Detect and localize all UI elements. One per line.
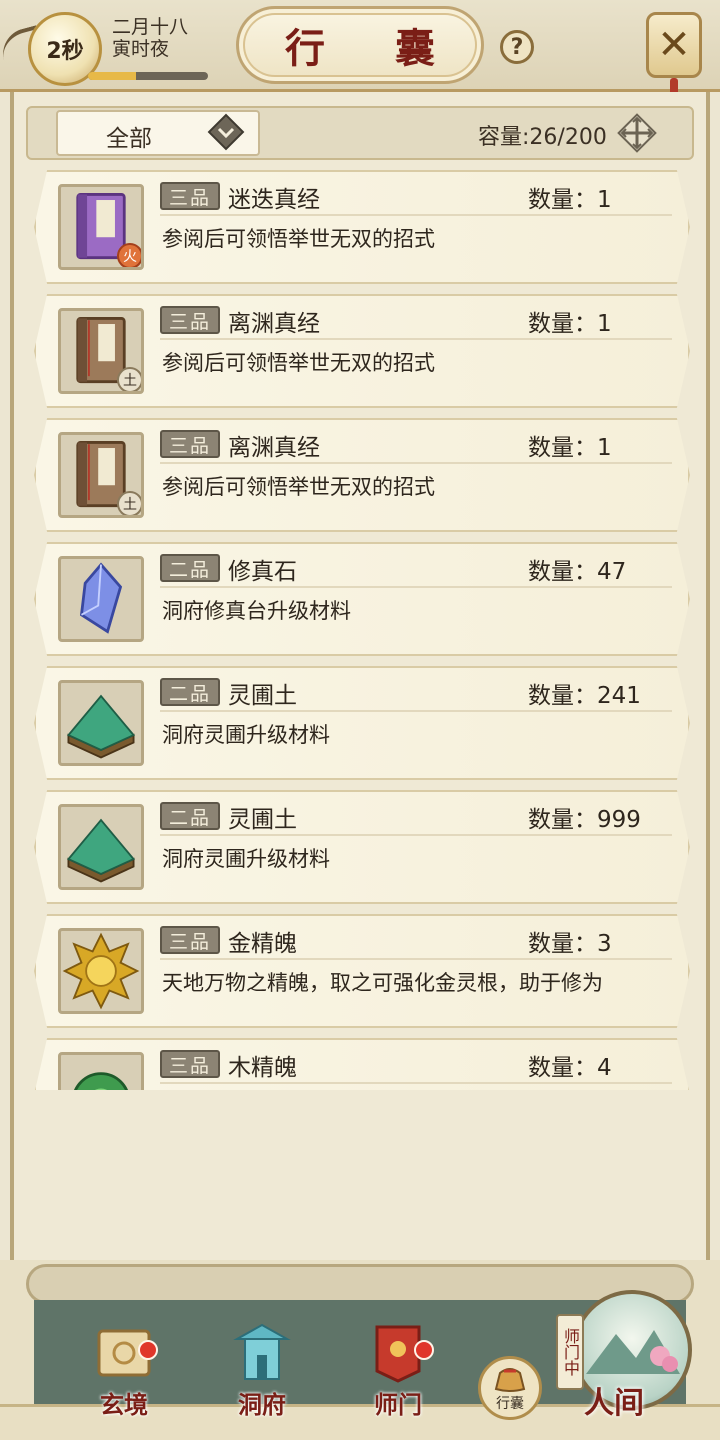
item-icon-frame: 土 (58, 308, 144, 394)
soil-icon (61, 807, 141, 887)
top-bar: 2秒 二月十八 寅时夜 行 囊 ? ✕ (0, 0, 720, 102)
timer-text: 2秒 (46, 39, 84, 64)
crystal-icon (61, 559, 141, 639)
item-icon-frame: 火 (58, 184, 144, 270)
item-name: 灵圃土 (228, 807, 297, 833)
item-icon-frame (58, 556, 144, 642)
item-divider (160, 338, 672, 340)
item-divider (160, 586, 672, 588)
sect-status-text: 师门中 (561, 1328, 580, 1376)
item-divider (160, 958, 672, 960)
nav-dongfu-label: 洞府 (238, 1390, 286, 1419)
item-icon-frame: 土 (58, 432, 144, 518)
wood-essence-icon (61, 1055, 141, 1090)
notification-dot (414, 1340, 434, 1360)
item-quantity: 数量：3 (528, 931, 612, 957)
item-icon-frame (58, 928, 144, 1014)
item-description: 参阅后可领悟举世无双的招式 (162, 351, 435, 375)
item-name: 离渊真经 (228, 435, 320, 461)
help-button[interactable]: ? (500, 30, 534, 64)
item-divider (160, 214, 672, 216)
nav-dongfu-button[interactable]: 洞府 (212, 1320, 312, 1420)
nav-xuanjing-label: 玄境 (100, 1390, 148, 1419)
item-list[interactable]: 火 三品 迷迭真经 数量：1 参阅后可领悟举世无双的招式 土 三品 离渊真经 数… (22, 166, 698, 1090)
element-badge: 土 (117, 491, 141, 515)
item-quantity: 数量：241 (528, 683, 641, 709)
notification-dot (138, 1340, 158, 1360)
nav-bag-button[interactable]: 行囊 (478, 1356, 542, 1420)
close-button[interactable]: ✕ (646, 12, 702, 78)
nav-xuanjing-button[interactable]: 玄境 (74, 1320, 174, 1420)
soil-icon (61, 683, 141, 763)
grade-badge: 二品 (160, 802, 220, 830)
bag-icon (494, 1368, 526, 1392)
capacity-label: 容量:26/200 (478, 125, 607, 150)
item-divider (160, 462, 672, 464)
nav-shimen-button[interactable]: 师门 (348, 1320, 448, 1420)
item-description: 参阅后可领悟举世无双的招式 (162, 227, 435, 251)
item-divider (160, 710, 672, 712)
item-description: 洞府灵圃升级材料 (162, 723, 330, 747)
game-date: 二月十八 寅时夜 (112, 16, 188, 60)
item-description: 天地万物之精魄，取之可强化金灵根，助于修为 (162, 971, 603, 995)
item-divider (160, 1082, 672, 1084)
item-description: 洞府修真台升级材料 (162, 599, 351, 623)
element-badge: 土 (117, 367, 141, 391)
inventory-item[interactable]: 三品 木精魄 数量：4 天地万物之精魄，取之可强化木灵根，助于修为 (34, 1038, 690, 1090)
item-name: 离渊真经 (228, 311, 320, 337)
gold-essence-icon (61, 931, 141, 1011)
inventory-item[interactable]: 二品 灵圃土 数量：241 洞府灵圃升级材料 (34, 666, 690, 780)
date-time: 寅时夜 (112, 38, 170, 60)
item-name: 灵圃土 (228, 683, 297, 709)
inventory-item[interactable]: 火 三品 迷迭真经 数量：1 参阅后可领悟举世无双的招式 (34, 170, 690, 284)
inventory-item[interactable]: 土 三品 离渊真经 数量：1 参阅后可领悟举世无双的招式 (34, 418, 690, 532)
inventory-item[interactable]: 二品 修真石 数量：47 洞府修真台升级材料 (34, 542, 690, 656)
item-divider (160, 834, 672, 836)
grade-badge: 二品 (160, 678, 220, 706)
item-quantity: 数量：1 (528, 311, 612, 337)
item-icon-frame (58, 680, 144, 766)
question-icon: ? (510, 34, 524, 60)
item-icon-frame (58, 804, 144, 890)
grade-badge: 三品 (160, 182, 220, 210)
nav-world-label: 人间 (584, 1386, 644, 1421)
time-progress-fill (88, 72, 136, 80)
date-day: 二月十八 (112, 16, 189, 38)
grade-badge: 三品 (160, 926, 220, 954)
item-name: 修真石 (228, 559, 297, 585)
expand-capacity-icon[interactable] (614, 110, 660, 156)
grade-badge: 三品 (160, 430, 220, 458)
item-quantity: 数量：47 (528, 559, 627, 585)
page-title: 行 囊 (285, 25, 463, 72)
item-name: 迷迭真经 (228, 187, 320, 213)
grade-badge: 二品 (160, 554, 220, 582)
item-quantity: 数量：1 (528, 435, 612, 461)
nav-shimen-label: 师门 (374, 1390, 422, 1419)
inventory-item[interactable]: 三品 金精魄 数量：3 天地万物之精魄，取之可强化金灵根，助于修为 (34, 914, 690, 1028)
element-badge: 火 (117, 243, 141, 267)
time-progress-bar (88, 72, 208, 80)
item-quantity: 数量：4 (528, 1055, 612, 1081)
item-name: 木精魄 (228, 1055, 297, 1081)
grade-badge: 三品 (160, 1050, 220, 1078)
item-icon-frame (58, 1052, 144, 1090)
item-quantity: 数量：999 (528, 807, 641, 833)
dropdown-arrow-icon[interactable] (206, 112, 246, 152)
item-name: 金精魄 (228, 931, 297, 957)
grade-badge: 三品 (160, 306, 220, 334)
item-description: 参阅后可领悟举世无双的招式 (162, 475, 435, 499)
inventory-item[interactable]: 土 三品 离渊真经 数量：1 参阅后可领悟举世无双的招式 (34, 294, 690, 408)
close-icon: ✕ (657, 22, 691, 68)
nav-bag-label: 行囊 (496, 1396, 524, 1412)
item-description: 洞府灵圃升级材料 (162, 847, 330, 871)
pavilion-icon (233, 1323, 291, 1380)
inventory-item[interactable]: 二品 灵圃土 数量：999 洞府灵圃升级材料 (34, 790, 690, 904)
category-filter-label: 全部 (106, 126, 152, 152)
title-plaque: 行 囊 (236, 6, 484, 84)
sect-status-sign: 师门中 (556, 1314, 584, 1390)
item-quantity: 数量：1 (528, 187, 612, 213)
